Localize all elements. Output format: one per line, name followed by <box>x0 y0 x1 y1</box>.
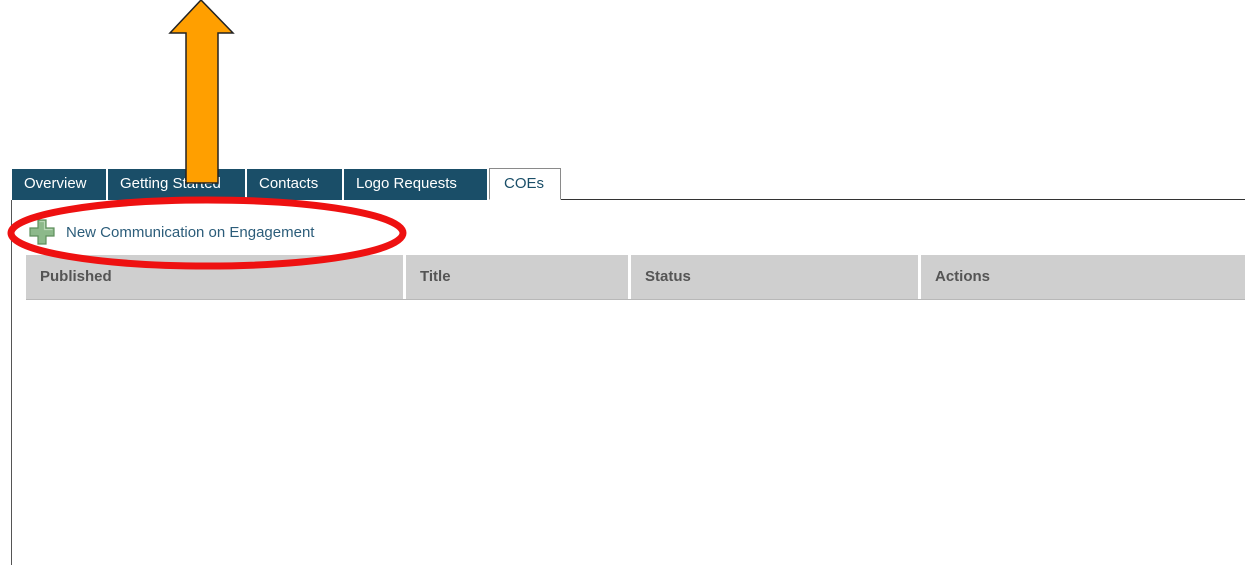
tab-divider <box>560 199 1245 200</box>
tab-bar: Overview Getting Started Contacts Logo R… <box>12 168 563 200</box>
column-status[interactable]: Status <box>631 255 918 299</box>
content-left-border <box>11 200 12 565</box>
page: Overview Getting Started Contacts Logo R… <box>0 0 1245 565</box>
orange-arrow-annotation <box>168 0 235 184</box>
tab-contacts[interactable]: Contacts <box>247 169 342 200</box>
new-coe-link[interactable]: New Communication on Engagement <box>28 218 314 246</box>
plus-icon <box>29 219 55 245</box>
column-published[interactable]: Published <box>26 255 403 299</box>
column-actions[interactable]: Actions <box>921 255 1245 299</box>
table-header: Published Title Status Actions <box>26 255 1245 300</box>
tab-getting-started[interactable]: Getting Started <box>108 169 245 200</box>
tab-overview[interactable]: Overview <box>12 169 106 200</box>
tab-coes[interactable]: COEs <box>489 168 561 200</box>
tab-logo-requests[interactable]: Logo Requests <box>344 169 487 200</box>
new-coe-label: New Communication on Engagement <box>66 223 315 241</box>
column-title[interactable]: Title <box>406 255 628 299</box>
